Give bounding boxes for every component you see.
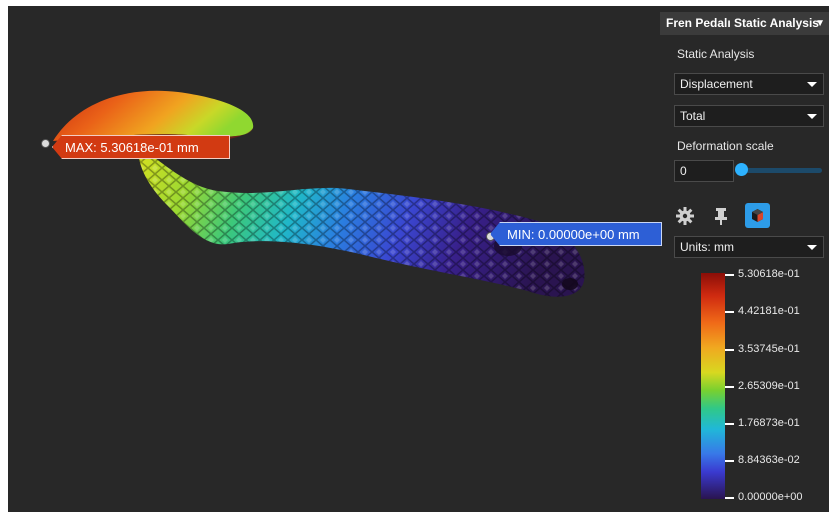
legend-label: 3.53745e-01 <box>738 343 800 355</box>
study-title: Fren Pedalı Static Analysis <box>666 16 819 30</box>
legend-tick <box>725 497 734 499</box>
result-type-dropdown[interactable]: Displacement <box>674 73 824 95</box>
result-type-value: Displacement <box>680 77 753 91</box>
study-selector[interactable]: Fren Pedalı Static Analysis ▼ <box>660 12 829 35</box>
legend-tick <box>725 311 734 313</box>
max-callout: MAX: 5.30618e-01 mm <box>52 135 230 159</box>
legend-tick <box>725 460 734 462</box>
min-callout: MIN: 0.00000e+00 mm <box>490 222 662 246</box>
chevron-down-icon <box>807 245 817 250</box>
deformation-scale-label: Deformation scale <box>677 139 774 153</box>
legend-color-bar <box>701 273 725 499</box>
chevron-down-icon: ▼ <box>815 18 825 29</box>
cube-display-icon[interactable] <box>745 203 770 228</box>
legend-label: 5.30618e-01 <box>738 268 800 280</box>
component-value: Total <box>680 109 706 123</box>
legend-tick <box>725 386 734 388</box>
legend-label: 2.65309e-01 <box>738 380 800 392</box>
deformation-scale-input[interactable]: 0 <box>674 160 734 182</box>
deformation-scale-slider[interactable] <box>738 168 822 173</box>
legend-tick <box>725 423 734 425</box>
legend-tick <box>725 274 734 276</box>
legend-label: 8.84363e-02 <box>738 454 800 466</box>
chevron-down-icon <box>807 82 817 87</box>
units-value: Units: mm <box>680 240 734 254</box>
legend-label: 0.00000e+00 <box>738 491 803 503</box>
max-point-marker <box>41 139 50 148</box>
legend-label: 1.76873e-01 <box>738 417 800 429</box>
results-panel: Fren Pedalı Static Analysis ▼ Static Ana… <box>660 6 829 512</box>
deformation-scale-slider-thumb[interactable] <box>735 163 748 176</box>
component-dropdown[interactable]: Total <box>674 105 824 127</box>
legend-tick <box>725 349 734 351</box>
analysis-type-label: Static Analysis <box>677 47 755 61</box>
gear-icon[interactable] <box>674 205 696 227</box>
units-dropdown[interactable]: Units: mm <box>674 236 824 258</box>
pin-icon[interactable] <box>710 205 732 227</box>
legend-label: 4.42181e-01 <box>738 305 800 317</box>
chevron-down-icon <box>807 114 817 119</box>
